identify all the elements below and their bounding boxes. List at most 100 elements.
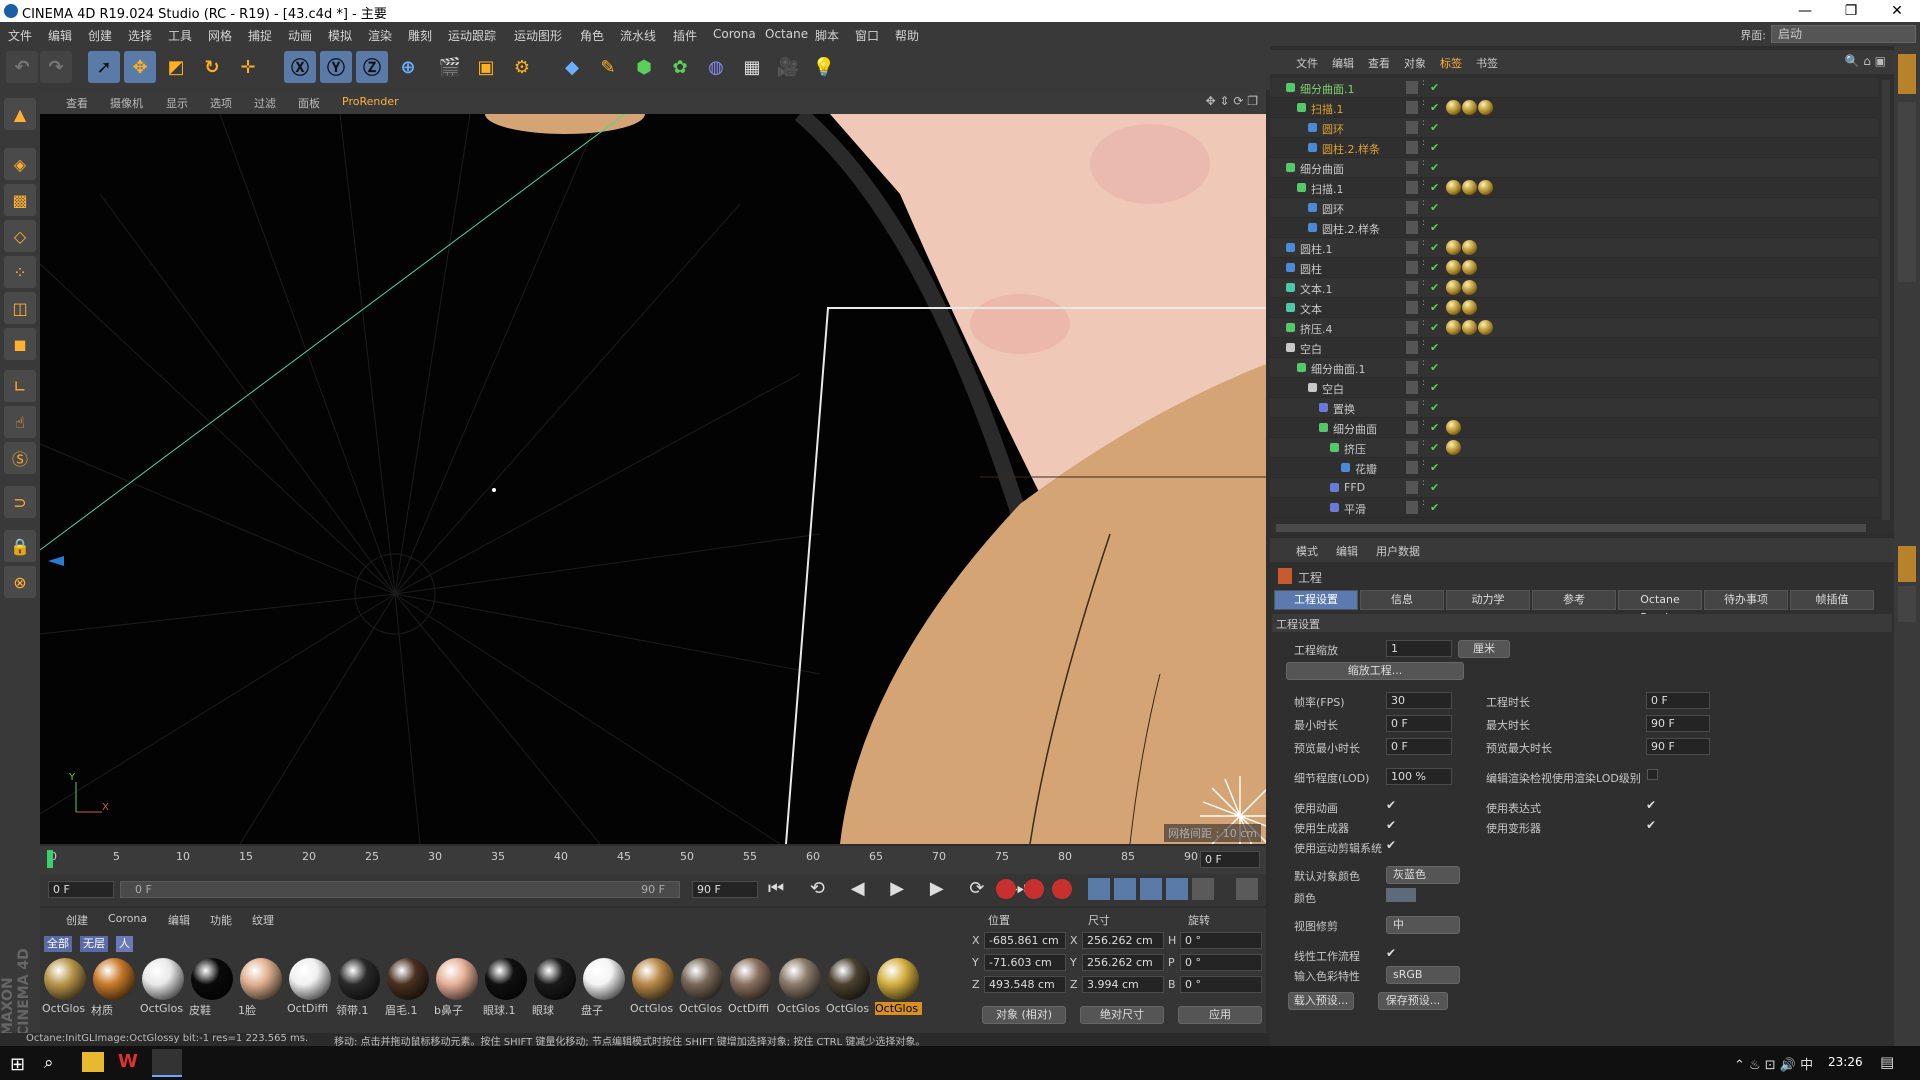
- material-tag-icon[interactable]: [1446, 180, 1461, 195]
- size-input[interactable]: 256.262 cm: [1082, 954, 1164, 971]
- viewport-menu-item[interactable]: ProRender: [342, 95, 399, 108]
- lod-input[interactable]: 100 %: [1386, 768, 1452, 785]
- layer-icon[interactable]: [1406, 441, 1418, 454]
- visibility-dots-icon[interactable]: :: [1422, 359, 1425, 368]
- menu-item[interactable]: 动画: [288, 27, 312, 44]
- tray-icons[interactable]: ⌃ ♨ ⊡ 🔊 中: [1734, 1054, 1813, 1073]
- undo-icon[interactable]: ↶: [6, 51, 38, 83]
- enabled-check-icon[interactable]: ✔: [1430, 501, 1439, 514]
- visibility-dots-icon[interactable]: :: [1422, 419, 1425, 428]
- material-swatch[interactable]: 领带.1: [336, 958, 381, 1018]
- enabled-check-icon[interactable]: ✔: [1430, 321, 1439, 334]
- object-row[interactable]: 挤压: ✔: [1270, 438, 1878, 458]
- material-swatch[interactable]: 眼球: [532, 958, 577, 1018]
- material-swatch[interactable]: OctGlos: [630, 958, 675, 1018]
- windows-start-icon[interactable]: ⊞: [10, 1054, 25, 1075]
- layers-dock-tab[interactable]: [1898, 586, 1916, 622]
- attribute-tab[interactable]: 信息: [1360, 590, 1444, 610]
- material-tag-icon[interactable]: [1462, 240, 1477, 255]
- attribute-menu-item[interactable]: 模式: [1296, 543, 1318, 559]
- attribute-menu-item[interactable]: 用户数据: [1376, 543, 1420, 559]
- menu-item[interactable]: 捕捉: [248, 27, 272, 44]
- material-menu-item[interactable]: 创建: [66, 912, 88, 928]
- use-deformers-checkbox[interactable]: ✔: [1646, 818, 1656, 832]
- layer-icon[interactable]: [1406, 481, 1418, 494]
- visibility-dots-icon[interactable]: :: [1422, 179, 1425, 188]
- cinema4d-taskbar-icon[interactable]: [152, 1049, 182, 1077]
- color-swatch[interactable]: [1386, 888, 1416, 902]
- object-manager-menu-item[interactable]: 书签: [1476, 55, 1498, 71]
- layer-icon[interactable]: [1406, 181, 1418, 194]
- deformer-icon[interactable]: ◍: [700, 51, 732, 83]
- menu-item[interactable]: 流水线: [620, 27, 656, 44]
- size-mode-dropdown[interactable]: 绝对尺寸: [1080, 1006, 1164, 1024]
- scale-input[interactable]: 1: [1386, 640, 1452, 657]
- start-frame-field[interactable]: 0 F: [48, 881, 114, 898]
- material-swatch[interactable]: OctGlos: [140, 958, 185, 1018]
- attribute-tab[interactable]: Octane Render: [1618, 590, 1702, 624]
- max-time-input[interactable]: 90 F: [1646, 715, 1710, 732]
- menu-item[interactable]: 渲染: [368, 27, 392, 44]
- move-tool-icon[interactable]: ✥: [124, 51, 156, 83]
- menu-item[interactable]: 模拟: [328, 27, 352, 44]
- transform-tool-icon[interactable]: ✛: [232, 51, 264, 83]
- enabled-check-icon[interactable]: ✔: [1430, 181, 1439, 194]
- object-row[interactable]: 圆柱.2.样条: ✔: [1270, 218, 1878, 238]
- material-filter-tab[interactable]: 全部: [44, 936, 72, 952]
- attribute-tab[interactable]: 工程设置: [1274, 590, 1358, 610]
- layer-icon[interactable]: [1406, 201, 1418, 214]
- redo-icon[interactable]: ↷: [40, 51, 72, 83]
- make-editable-icon[interactable]: ▲: [4, 98, 36, 130]
- use-expressions-checkbox[interactable]: ✔: [1646, 798, 1656, 812]
- material-tag-icon[interactable]: [1478, 180, 1493, 195]
- timeline-window-icon[interactable]: [1236, 878, 1258, 900]
- material-swatch[interactable]: OctGlos: [42, 958, 87, 1018]
- menu-item[interactable]: 运动跟踪: [448, 27, 496, 44]
- object-row[interactable]: 文本.1: ✔: [1270, 278, 1878, 298]
- layer-icon[interactable]: [1406, 81, 1418, 94]
- attribute-tab[interactable]: 帧插值: [1790, 590, 1874, 610]
- visibility-dots-icon[interactable]: :: [1422, 139, 1425, 148]
- floor-icon[interactable]: ▦: [736, 51, 768, 83]
- visibility-dots-icon[interactable]: :: [1422, 399, 1425, 408]
- menu-item[interactable]: 雕刻: [408, 27, 432, 44]
- apply-button[interactable]: 应用: [1178, 1006, 1262, 1024]
- material-tag-icon[interactable]: [1446, 260, 1461, 275]
- input-color-dropdown[interactable]: sRGB: [1386, 966, 1460, 984]
- material-swatch[interactable]: b鼻子: [434, 958, 479, 1018]
- min-time-input[interactable]: 0 F: [1386, 715, 1452, 732]
- cube-primitive-icon[interactable]: ◆: [556, 51, 588, 83]
- rotation-input[interactable]: 0 °: [1180, 932, 1262, 949]
- material-filter-tab[interactable]: 人: [116, 936, 133, 952]
- enabled-check-icon[interactable]: ✔: [1430, 441, 1439, 454]
- menu-item[interactable]: 文件: [8, 27, 32, 44]
- fps-input[interactable]: 30: [1386, 692, 1452, 709]
- visibility-dots-icon[interactable]: :: [1422, 79, 1425, 88]
- object-row[interactable]: 挤压.4: ✔: [1270, 318, 1878, 338]
- viewport-menu-item[interactable]: 过滤: [254, 95, 276, 111]
- material-swatch[interactable]: 皮鞋: [189, 958, 234, 1018]
- material-swatch[interactable]: OctGlos: [679, 958, 724, 1018]
- auto-keyframe-icon[interactable]: [1024, 879, 1044, 899]
- playhead[interactable]: [47, 850, 53, 868]
- use-mograph-checkbox[interactable]: ✔: [1386, 838, 1396, 852]
- subdivision-surface-icon[interactable]: ⬢: [628, 51, 660, 83]
- load-preset-button[interactable]: 载入预设...: [1288, 992, 1354, 1010]
- menu-item[interactable]: 选择: [128, 27, 152, 44]
- visibility-dots-icon[interactable]: :: [1422, 279, 1425, 288]
- object-row[interactable]: 圆柱.2.样条: ✔: [1270, 138, 1878, 158]
- menu-item[interactable]: 网格: [208, 27, 232, 44]
- enabled-check-icon[interactable]: ✔: [1430, 121, 1439, 134]
- viewport-nav-icons[interactable]: ✥ ⇕ ⟳ ❐: [1206, 94, 1258, 108]
- menu-item[interactable]: Octane: [765, 27, 808, 41]
- enabled-check-icon[interactable]: ✔: [1430, 421, 1439, 434]
- use-generators-checkbox[interactable]: ✔: [1386, 818, 1396, 832]
- lock-workplane-icon[interactable]: 🔒: [4, 530, 36, 562]
- tweak-mode-icon[interactable]: ☝: [4, 406, 36, 438]
- viewport-menu-item[interactable]: 显示: [166, 95, 188, 111]
- material-filter-tab[interactable]: 无层: [80, 936, 108, 952]
- layer-icon[interactable]: [1406, 281, 1418, 294]
- material-swatch[interactable]: 1脸: [238, 958, 283, 1018]
- object-row[interactable]: 花瓣: ✔: [1270, 458, 1878, 478]
- position-input[interactable]: 493.548 cm: [984, 976, 1066, 993]
